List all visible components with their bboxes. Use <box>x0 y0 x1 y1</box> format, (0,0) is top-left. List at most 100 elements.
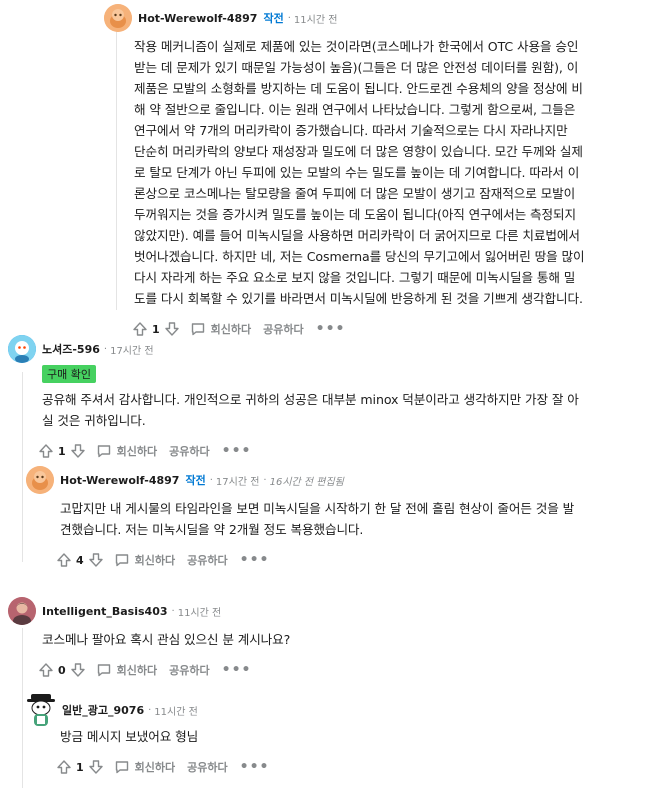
reply-button[interactable]: 회신하다 <box>96 662 157 678</box>
comment-body: 코스메나 팔아요 혹시 관심 있으신 분 계시나요? <box>42 629 648 650</box>
comment-actions: 1 회신하다 공유하다 ••• <box>56 755 646 779</box>
comment-body: 작용 메커니즘이 실제로 제품에 있는 것이라면(코스메나가 한국에서 OTC … <box>134 36 644 309</box>
vote-count: 1 <box>76 760 84 774</box>
comment-line: 코스메나 팔아요 혹시 관심 있으신 분 계시나요? <box>42 632 291 647</box>
upvote-icon[interactable] <box>56 759 72 775</box>
share-button[interactable]: 공유하다 <box>169 443 209 459</box>
comment-actions: 1 회신하다 공유하다 ••• <box>38 439 648 463</box>
comment-author[interactable]: Hot-Werewolf-4897 <box>138 12 257 25</box>
separator-dot: · <box>103 343 108 355</box>
comment-line: 고맙지만 내 게시물의 타임라인을 보면 미녹시딜을 시작하기 한 달 전에 흘… <box>60 501 575 516</box>
more-button[interactable]: ••• <box>239 759 270 775</box>
reply-label: 회신하다 <box>134 554 176 567</box>
separator-dot: · <box>287 12 291 24</box>
vote-count: 1 <box>152 322 160 336</box>
avatar[interactable] <box>26 466 54 494</box>
comment-time[interactable]: 11시간 전 <box>154 703 198 718</box>
more-icon: ••• <box>315 321 346 337</box>
upvote-icon[interactable] <box>56 552 72 568</box>
more-icon: ••• <box>221 443 252 459</box>
comment-author[interactable]: 일반_광고_9076 <box>62 702 144 718</box>
share-button[interactable]: 공유하다 <box>187 759 227 775</box>
share-button[interactable]: 공유하다 <box>169 662 209 678</box>
more-icon: ••• <box>221 662 252 678</box>
separator-dot: · <box>148 704 152 716</box>
avatar[interactable] <box>8 597 36 625</box>
comment-line: 공유해 주셔서 감사합니다. 개인적으로 귀하의 성공은 대부분 minox 덕… <box>42 392 579 407</box>
vote-count: 4 <box>76 553 84 567</box>
avatar[interactable] <box>8 335 36 363</box>
share-button[interactable]: 공유하다 <box>187 552 227 568</box>
comment-time[interactable]: 11시간 전 <box>294 11 338 26</box>
reply-label: 회신하다 <box>116 445 158 458</box>
comment-line: 제품은 모발의 소형화를 방지하는 데 도움이 됩니다. 안드로겐 수용체의 양… <box>134 81 583 96</box>
comment-line: 론상으로 코스메나는 탈모량을 줄여 두피에 더 많은 모발이 생기고 잠재적으… <box>134 186 576 201</box>
snoo-hat-avatar-icon <box>27 694 55 726</box>
reply-icon <box>96 662 112 678</box>
comment-header: 일반_광고_9076 · 11시간 전 <box>26 690 646 730</box>
more-icon: ••• <box>239 759 270 775</box>
comment-author[interactable]: Hot-Werewolf-4897 <box>60 474 179 487</box>
snoo-avatar-icon <box>8 335 36 363</box>
comment-line: 로 탈모 단계가 아닌 두피에 있는 모발의 수는 밀도를 높이는 데 기여합니… <box>134 165 580 180</box>
comment-header: 노셔즈-596 · 17시간 전 <box>8 335 648 363</box>
comment-author[interactable]: 노셔즈-596 <box>42 341 100 357</box>
avatar[interactable] <box>104 4 132 32</box>
op-tag: 작전 <box>185 474 206 487</box>
comment-line: 도를 다시 회복할 수 있기를 바라면서 미녹시딜에 반응하게 된 것을 기쁘게… <box>134 291 583 306</box>
vote-control: 1 <box>56 759 104 775</box>
comment-line: 실 것은 귀하입니다. <box>42 413 146 428</box>
share-label: 공유하다 <box>169 664 210 677</box>
reply-icon <box>96 443 112 459</box>
reply-label: 회신하다 <box>134 761 176 774</box>
snoo-avatar-icon <box>26 466 54 494</box>
op-tag: 작전 <box>263 12 284 25</box>
comment-time[interactable]: 17시간 전 <box>216 473 260 488</box>
comment: Intelligent_Basis403 · 11시간 전 코스메나 팔아요 혹… <box>8 597 648 682</box>
reply-icon <box>114 552 130 568</box>
comment-header: Intelligent_Basis403 · 11시간 전 <box>8 597 648 625</box>
upvote-icon[interactable] <box>38 662 54 678</box>
comment-actions: 0 회신하다 공유하다 ••• <box>38 658 648 682</box>
vote-count: 0 <box>58 663 66 677</box>
more-button[interactable]: ••• <box>221 443 252 459</box>
vote-control: 1 <box>38 443 86 459</box>
more-icon: ••• <box>239 552 270 568</box>
edited-label: 16시간 전 편집됨 <box>269 476 344 488</box>
more-button[interactable]: ••• <box>315 321 346 337</box>
comment-time[interactable]: 17시간 전 <box>110 342 154 357</box>
comment-line: 방금 메시지 보냈어요 형님 <box>60 729 199 744</box>
comment-time[interactable]: 11시간 전 <box>178 604 222 619</box>
share-label: 공유하다 <box>187 554 228 567</box>
comment-line: 벗어나겠습니다. 하지만 네, 저는 Cosmerna를 당신의 무기고에서 잃… <box>134 249 585 264</box>
comment: 일반_광고_9076 · 11시간 전 방금 메시지 보냈어요 형님 1 회신하… <box>26 690 646 779</box>
comment-line: 작용 메커니즘이 실제로 제품에 있는 것이라면(코스메나가 한국에서 OTC … <box>134 39 579 54</box>
reply-button[interactable]: 회신하다 <box>114 552 175 568</box>
avatar[interactable] <box>26 690 56 730</box>
user-flair: 구매 확인 <box>42 365 96 383</box>
comment-line: 않았지만). 예를 들어 미녹시딜을 사용하면 머리카락이 더 굵어지므로 다른… <box>134 228 580 243</box>
comment-header: Hot-Werewolf-4897 작전 · 11시간 전 <box>104 4 644 32</box>
comment-header: Hot-Werewolf-4897 작전 · 17시간 전 · 16시간 전 편… <box>26 466 646 494</box>
more-button[interactable]: ••• <box>221 662 252 678</box>
user-photo-avatar-icon <box>8 597 36 625</box>
reply-button[interactable]: 회신하다 <box>96 443 157 459</box>
reply-button[interactable]: 회신하다 <box>114 759 175 775</box>
comment-line: 단순히 머리카락의 양보다 재성장과 밀도에 더 많은 영향이 있습니다. 모간… <box>134 144 583 159</box>
share-label: 공유하다 <box>187 761 228 774</box>
separator-dot: · <box>171 605 175 617</box>
downvote-icon[interactable] <box>70 443 86 459</box>
comment: Hot-Werewolf-4897 작전 · 11시간 전 작용 메커니즘이 실… <box>104 4 644 341</box>
downvote-icon[interactable] <box>88 552 104 568</box>
upvote-icon[interactable] <box>38 443 54 459</box>
comment: Hot-Werewolf-4897 작전 · 17시간 전 · 16시간 전 편… <box>26 466 646 572</box>
downvote-icon[interactable] <box>88 759 104 775</box>
comment-author[interactable]: Intelligent_Basis403 <box>42 605 168 618</box>
separator-dot: · <box>263 474 267 486</box>
vote-control: 4 <box>56 552 104 568</box>
vote-count: 1 <box>58 444 66 458</box>
downvote-icon[interactable] <box>70 662 86 678</box>
comment-body: 방금 메시지 보냈어요 형님 <box>60 726 646 747</box>
vote-control: 0 <box>38 662 86 678</box>
more-button[interactable]: ••• <box>239 552 270 568</box>
